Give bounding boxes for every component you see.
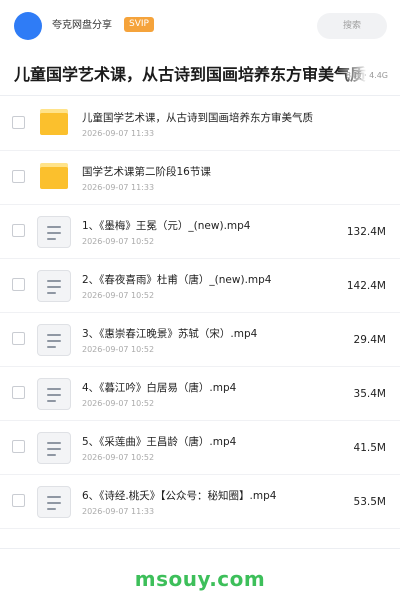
video-file-icon xyxy=(37,324,71,356)
item-size: 53.5M xyxy=(353,496,386,508)
item-date: 2026-09-07 10:52 xyxy=(82,345,155,354)
svip-badge: SVIP xyxy=(124,17,154,32)
item-date: 2026-09-07 10:52 xyxy=(82,453,155,462)
list-item[interactable]: 儿童国学艺术课，从古诗到国画培养东方审美气质 2026-09-07 11:33 xyxy=(0,97,400,151)
search-input[interactable] xyxy=(317,13,387,39)
item-date: 2026-09-07 10:52 xyxy=(82,237,155,246)
item-checkbox[interactable] xyxy=(12,116,25,129)
list-item[interactable]: 国学艺术课第二阶段16节课 2026-09-07 11:33 xyxy=(0,151,400,205)
video-file-icon xyxy=(37,432,71,464)
item-checkbox[interactable] xyxy=(12,332,25,345)
item-size: 35.4M xyxy=(353,388,386,400)
item-checkbox[interactable] xyxy=(12,386,25,399)
list-item[interactable]: 6、《诗经.桃夭》【公众号：秘知圈】.mp4 2026-09-07 11:33 … xyxy=(0,475,400,529)
page-title: 儿童国学艺术课，从古诗到国画培养东方审美气质 xyxy=(14,65,367,84)
folder-icon xyxy=(40,163,68,189)
item-size: 29.4M xyxy=(353,334,386,346)
item-checkbox[interactable] xyxy=(12,278,25,291)
list-item[interactable]: 4、《暮江吟》白居易（唐）.mp4 2026-09-07 10:52 35.4M xyxy=(0,367,400,421)
item-name: 2、《春夜喜雨》杜甫（唐）_(new).mp4 xyxy=(82,274,272,286)
share-name: 夸克网盘分享 xyxy=(52,20,112,31)
item-name: 3、《惠崇春江晚景》苏轼（宋）.mp4 xyxy=(82,328,258,340)
avatar[interactable] xyxy=(14,12,42,40)
item-name: 5、《采莲曲》王昌龄（唐）.mp4 xyxy=(82,436,237,448)
item-name: 6、《诗经.桃夭》【公众号：秘知圈】.mp4 xyxy=(82,490,277,502)
item-checkbox[interactable] xyxy=(12,494,25,507)
video-file-icon xyxy=(37,216,71,248)
footer: msouy.com xyxy=(0,548,400,600)
item-date: 2026-09-07 11:33 xyxy=(82,183,155,192)
item-size: 132.4M xyxy=(346,226,386,238)
file-list: 儿童国学艺术课，从古诗到国画培养东方审美气质 2026-09-07 11:33 … xyxy=(0,97,400,529)
list-item[interactable]: 2、《春夜喜雨》杜甫（唐）_(new).mp4 2026-09-07 10:52… xyxy=(0,259,400,313)
item-date: 2026-09-07 11:33 xyxy=(82,129,155,138)
item-name: 1、《墨梅》王冕（元）_(new).mp4 xyxy=(82,220,251,232)
video-file-icon xyxy=(37,378,71,410)
item-checkbox[interactable] xyxy=(12,170,25,183)
item-size: 41.5M xyxy=(353,442,386,454)
item-checkbox[interactable] xyxy=(12,440,25,453)
header: 夸克网盘分享 SVIP xyxy=(0,0,400,52)
item-date: 2026-09-07 10:52 xyxy=(82,291,155,300)
item-name: 儿童国学艺术课，从古诗到国画培养东方审美气质 xyxy=(82,112,313,124)
watermark: msouy.com xyxy=(134,567,266,591)
list-item[interactable]: 1、《墨梅》王冕（元）_(new).mp4 2026-09-07 10:52 1… xyxy=(0,205,400,259)
item-name: 国学艺术课第二阶段16节课 xyxy=(82,166,211,178)
item-date: 2026-09-07 11:33 xyxy=(82,507,155,516)
title-bar: 儿童国学艺术课，从古诗到国画培养东方审美气质 8 项 · 4.4G xyxy=(0,52,400,96)
video-file-icon xyxy=(37,486,71,518)
item-date: 2026-09-07 10:52 xyxy=(82,399,155,408)
item-size: 142.4M xyxy=(346,280,386,292)
item-count-meta: 8 项 · 4.4G xyxy=(345,71,388,80)
list-item[interactable]: 3、《惠崇春江晚景》苏轼（宋）.mp4 2026-09-07 10:52 29.… xyxy=(0,313,400,367)
video-file-icon xyxy=(37,270,71,302)
folder-icon xyxy=(40,109,68,135)
item-checkbox[interactable] xyxy=(12,224,25,237)
item-name: 4、《暮江吟》白居易（唐）.mp4 xyxy=(82,382,237,394)
list-item[interactable]: 5、《采莲曲》王昌龄（唐）.mp4 2026-09-07 10:52 41.5M xyxy=(0,421,400,475)
